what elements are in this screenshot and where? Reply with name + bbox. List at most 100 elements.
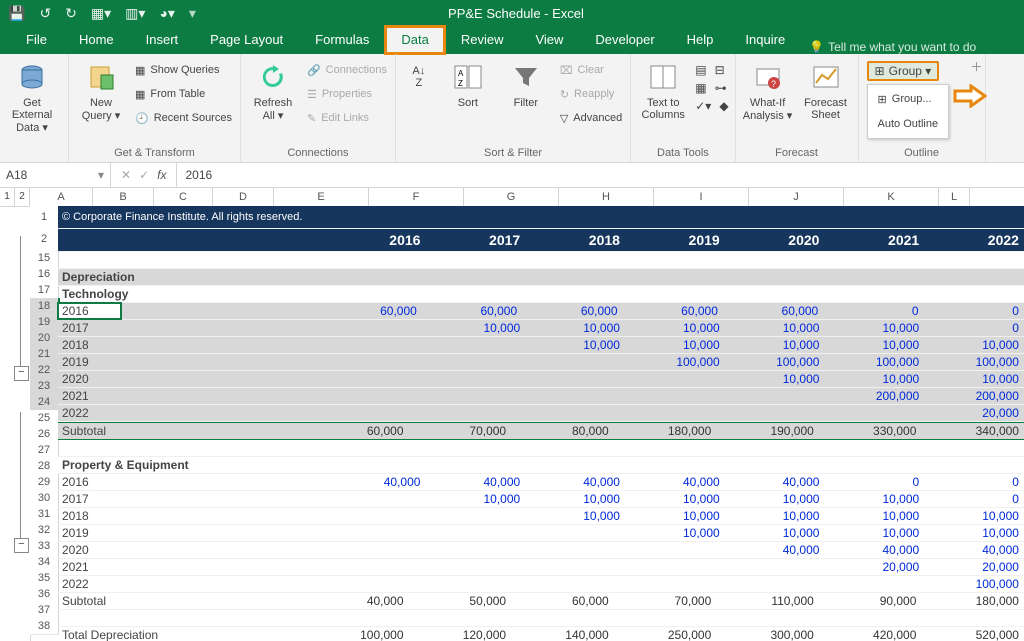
remove-dup-icon[interactable]: ▦ [695, 81, 706, 95]
cell[interactable]: 10,000 [625, 337, 725, 353]
cell[interactable]: 100,000 [824, 354, 924, 370]
formula-input[interactable]: 2016 [177, 168, 220, 182]
cell[interactable] [425, 525, 525, 541]
row-header[interactable]: 19 [30, 314, 60, 331]
cell[interactable]: 140,000 [511, 627, 614, 641]
cell[interactable] [127, 559, 194, 575]
cell[interactable] [194, 542, 259, 558]
cell[interactable]: 10,000 [824, 320, 924, 336]
manage-model-icon[interactable]: ◆ [719, 99, 728, 113]
col-header-G[interactable]: G [464, 188, 559, 206]
cell[interactable]: 100,000 [306, 627, 409, 641]
cell[interactable]: 20,000 [824, 559, 924, 575]
cell[interactable] [725, 388, 825, 404]
qat-more2-icon[interactable]: ▥▾ [125, 5, 145, 22]
tab-data[interactable]: Data [385, 26, 444, 54]
cell[interactable] [259, 354, 326, 370]
sort-az-button[interactable]: A↓Z [400, 57, 438, 97]
cell[interactable] [525, 371, 625, 387]
cell[interactable]: 0 [924, 474, 1024, 490]
col-header-B[interactable]: B [93, 188, 154, 206]
row-header[interactable]: 22 [30, 362, 60, 379]
cell[interactable]: 40,000 [924, 542, 1024, 558]
show-queries-button[interactable]: ▦Show Queries [131, 59, 236, 81]
cell[interactable] [259, 405, 326, 421]
cell[interactable]: 100,000 [924, 354, 1024, 370]
tab-help[interactable]: Help [671, 26, 730, 54]
cell[interactable]: 10,000 [824, 525, 924, 541]
cell[interactable] [127, 508, 194, 524]
cell[interactable] [425, 508, 525, 524]
sort-button[interactable]: AZSort [440, 57, 496, 113]
cell[interactable]: 40,000 [725, 542, 825, 558]
table-row[interactable]: Subtotal60,00070,00080,000180,000190,000… [58, 422, 1024, 440]
flash-fill-icon[interactable]: ▤ [695, 63, 706, 77]
tab-insert[interactable]: Insert [130, 26, 195, 54]
consolidate-icon[interactable]: ⊟ [715, 63, 725, 77]
cell[interactable]: 10,000 [625, 508, 725, 524]
cell[interactable] [194, 559, 259, 575]
cell[interactable]: 100,000 [725, 354, 825, 370]
cell[interactable]: Subtotal [58, 423, 306, 439]
table-row[interactable]: 201810,00010,00010,00010,00010,000 [58, 508, 1024, 525]
row-header[interactable]: 17 [30, 282, 59, 299]
redo-icon[interactable]: ↻ [65, 5, 77, 22]
cell[interactable] [194, 320, 259, 336]
cell[interactable]: 10,000 [725, 508, 825, 524]
table-row[interactable]: 201660,00060,00060,00060,00060,00000 [58, 303, 1024, 320]
recent-sources-button[interactable]: 🕘Recent Sources [131, 107, 236, 129]
text-to-columns-button[interactable]: Text to Columns [635, 57, 691, 125]
cell[interactable]: 110,000 [716, 593, 819, 609]
cell[interactable]: 2017 [425, 229, 525, 251]
cell[interactable] [326, 559, 426, 575]
cell[interactable] [326, 542, 426, 558]
cell[interactable] [824, 405, 924, 421]
cell[interactable]: 50,000 [409, 593, 512, 609]
cell[interactable] [259, 320, 326, 336]
row-header[interactable]: 2 [30, 228, 59, 251]
cell[interactable]: 10,000 [725, 491, 825, 507]
cell[interactable]: © Corporate Finance Institute. All right… [58, 206, 995, 228]
cell[interactable] [194, 371, 259, 387]
cell[interactable]: 10,000 [924, 508, 1024, 524]
cell[interactable] [259, 337, 326, 353]
cell[interactable]: 60,000 [723, 303, 823, 319]
row-header[interactable]: 27 [30, 442, 59, 459]
cell[interactable] [259, 525, 326, 541]
connections-button[interactable]: 🔗Connections [303, 59, 391, 81]
save-icon[interactable]: 💾 [8, 5, 25, 22]
cell[interactable]: 330,000 [819, 423, 922, 439]
cell[interactable]: 0 [924, 320, 1024, 336]
cell[interactable]: 10,000 [525, 508, 625, 524]
cell[interactable]: 250,000 [614, 627, 717, 641]
col-header-I[interactable]: I [654, 188, 749, 206]
cell[interactable] [259, 474, 326, 490]
cell[interactable] [425, 576, 525, 592]
cell[interactable]: 200,000 [924, 388, 1024, 404]
cell[interactable]: 200,000 [824, 388, 924, 404]
cell[interactable]: 2021 [58, 388, 127, 404]
tab-formulas[interactable]: Formulas [299, 26, 385, 54]
cell[interactable] [127, 337, 194, 353]
cell[interactable]: 10,000 [924, 525, 1024, 541]
cell[interactable]: 2018 [525, 229, 625, 251]
outline-level-1[interactable]: 1 [0, 188, 15, 206]
cell[interactable] [525, 559, 625, 575]
cell[interactable] [58, 252, 129, 268]
cell[interactable]: 40,000 [326, 474, 426, 490]
cell[interactable] [625, 576, 725, 592]
cell[interactable] [326, 371, 426, 387]
cell[interactable] [326, 576, 426, 592]
cell[interactable]: Technology [58, 286, 307, 302]
cell[interactable]: 10,000 [824, 491, 924, 507]
row-header[interactable]: 25 [30, 410, 59, 427]
tab-review[interactable]: Review [445, 26, 520, 54]
cell[interactable] [425, 371, 525, 387]
get-external-data-button[interactable]: Get External Data ▾ [4, 57, 60, 138]
cell[interactable]: 10,000 [824, 337, 924, 353]
cell[interactable] [326, 320, 426, 336]
cell[interactable] [525, 525, 625, 541]
cell[interactable] [194, 405, 259, 421]
table-row[interactable] [58, 440, 1024, 457]
qat-dropdown-icon[interactable]: ▾ [189, 5, 196, 22]
